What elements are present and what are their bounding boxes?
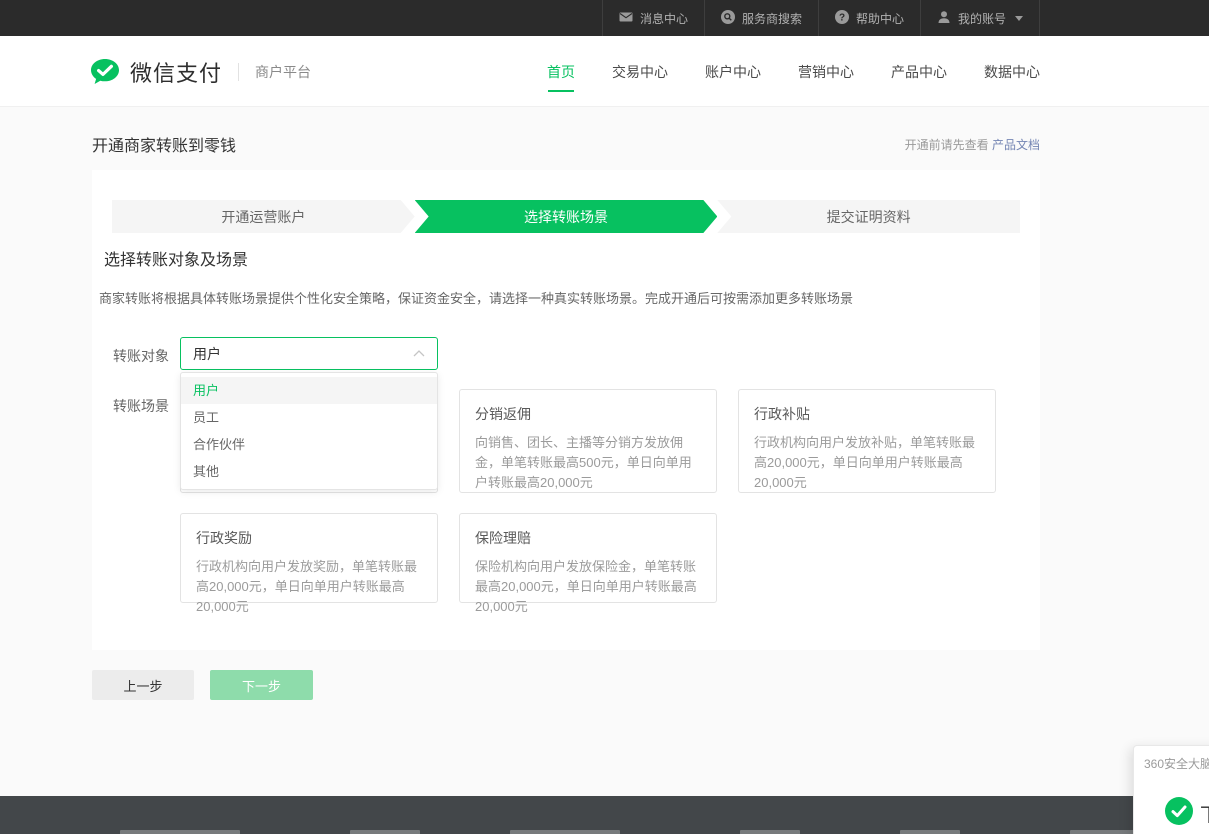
scene-card-admin-subsidy[interactable]: 行政补贴 行政机构向用户发放补贴，单笔转账最高20,000元，单日向单用户转账最… bbox=[738, 389, 996, 493]
scene-card-title: 保险理赔 bbox=[475, 528, 701, 548]
scene-card-description: 行政机构向用户发放补贴，单笔转账最高20,000元，单日向单用户转账最高20,0… bbox=[754, 433, 980, 493]
transfer-target-label: 转账对象 bbox=[113, 346, 169, 366]
nav-item-label: 首页 bbox=[547, 62, 575, 82]
security-popup: 360安全大脑 下 bbox=[1133, 745, 1209, 834]
dropdown-option-employee[interactable]: 员工 bbox=[181, 404, 437, 431]
nav-item-label: 营销中心 bbox=[798, 62, 854, 82]
transfer-target-select[interactable]: 用户 bbox=[180, 337, 438, 370]
step-label: 提交证明资料 bbox=[827, 207, 911, 227]
step-open-account: 开通运营账户 bbox=[112, 200, 415, 233]
nav-item-marketing-center[interactable]: 营销中心 bbox=[798, 36, 854, 107]
nav-item-data-center[interactable]: 数据中心 bbox=[984, 36, 1040, 107]
step-submit-proof: 提交证明资料 bbox=[717, 200, 1020, 233]
mail-icon bbox=[619, 11, 633, 25]
topbar-item-account[interactable]: 我的账号 bbox=[920, 0, 1040, 36]
nav-item-label: 交易中心 bbox=[612, 62, 668, 82]
topbar-item-messages[interactable]: 消息中心 bbox=[602, 0, 704, 36]
brand-name: 微信支付 bbox=[130, 56, 222, 88]
topbar-item-label: 消息中心 bbox=[640, 10, 688, 27]
scene-card-distribution-commission[interactable]: 分销返佣 向销售、团长、主播等分销方发放佣金，单笔转账最高500元，单日向单用户… bbox=[459, 389, 717, 493]
brand-divider bbox=[238, 63, 239, 81]
scene-card-insurance-claim[interactable]: 保险理赔 保险机构向用户发放保险金，单笔转账最高20,000元，单日向单用户转账… bbox=[459, 513, 717, 603]
prev-step-button[interactable]: 上一步 bbox=[92, 670, 194, 700]
topbar-item-label: 我的账号 bbox=[958, 10, 1006, 27]
step-label: 开通运营账户 bbox=[221, 207, 305, 227]
doc-hint-text: 开通前请先查看 bbox=[905, 138, 992, 152]
next-step-button[interactable]: 下一步 bbox=[210, 670, 313, 700]
footer-cutoff-text bbox=[120, 830, 1150, 834]
topbar-menu: 消息中心 服务商搜索 ? 帮助中心 我的账号 bbox=[602, 0, 1040, 36]
scene-card-description: 向销售、团长、主播等分销方发放佣金，单笔转账最高500元，单日向单用户转账最高2… bbox=[475, 433, 701, 493]
main-nav: 首页 交易中心 账户中心 营销中心 产品中心 数据中心 bbox=[547, 36, 1040, 107]
main-panel: 开通运营账户 选择转账场景 提交证明资料 选择转账对象及场景 商家转账将根据具体… bbox=[92, 170, 1040, 650]
step-choose-scene: 选择转账场景 bbox=[415, 200, 718, 233]
topbar: 消息中心 服务商搜索 ? 帮助中心 我的账号 bbox=[0, 0, 1209, 36]
user-icon bbox=[937, 10, 951, 27]
search-icon bbox=[721, 10, 735, 27]
footer-bar bbox=[0, 796, 1209, 834]
caret-down-icon bbox=[1015, 16, 1023, 21]
transfer-target-dropdown: 用户 员工 合作伙伴 其他 bbox=[180, 372, 438, 490]
topbar-item-label: 帮助中心 bbox=[856, 10, 904, 27]
nav-item-transactions[interactable]: 交易中心 bbox=[612, 36, 668, 107]
nav-item-account-center[interactable]: 账户中心 bbox=[705, 36, 761, 107]
dropdown-option-other[interactable]: 其他 bbox=[181, 458, 437, 485]
doc-hint: 开通前请先查看 产品文档 bbox=[905, 136, 1040, 153]
section-description: 商家转账将根据具体转账场景提供个性化安全策略，保证资金安全，请选择一种真实转账场… bbox=[99, 288, 853, 307]
dropdown-option-partner[interactable]: 合作伙伴 bbox=[181, 431, 437, 458]
page-title: 开通商家转账到零钱 bbox=[92, 132, 236, 156]
topbar-item-label: 服务商搜索 bbox=[742, 10, 802, 27]
dropdown-option-user[interactable]: 用户 bbox=[181, 377, 437, 404]
transfer-scene-label: 转账场景 bbox=[113, 396, 169, 416]
help-icon: ? bbox=[835, 10, 849, 27]
scene-card-title: 行政奖励 bbox=[196, 528, 422, 548]
nav-item-label: 数据中心 bbox=[984, 62, 1040, 82]
wechat-pay-logo-icon bbox=[90, 58, 120, 86]
step-label: 选择转账场景 bbox=[524, 207, 608, 227]
security-popup-row[interactable]: 下 bbox=[1144, 797, 1209, 830]
svg-text:?: ? bbox=[839, 12, 845, 23]
security-popup-action: 下 bbox=[1200, 800, 1209, 827]
nav-item-home[interactable]: 首页 bbox=[547, 36, 575, 107]
scene-card-description: 行政机构向用户发放奖励，单笔转账最高20,000元，单日向单用户转账最高20,0… bbox=[196, 557, 422, 617]
scene-card-description: 保险机构向用户发放保险金，单笔转账最高20,000元，单日向单用户转账最高20,… bbox=[475, 557, 701, 617]
brand-subtitle: 商户平台 bbox=[255, 62, 311, 82]
nav-item-product-center[interactable]: 产品中心 bbox=[891, 36, 947, 107]
scene-card-title: 行政补贴 bbox=[754, 404, 980, 424]
topbar-item-service-search[interactable]: 服务商搜索 bbox=[704, 0, 818, 36]
scene-card-title: 分销返佣 bbox=[475, 404, 701, 424]
brand[interactable]: 微信支付 商户平台 bbox=[90, 36, 311, 107]
check-circle-icon bbox=[1165, 797, 1193, 830]
chevron-up-icon bbox=[413, 350, 425, 357]
section-heading: 选择转账对象及场景 bbox=[104, 246, 248, 270]
screen: 消息中心 服务商搜索 ? 帮助中心 我的账号 bbox=[0, 0, 1209, 834]
title-row: 开通商家转账到零钱 开通前请先查看 产品文档 bbox=[92, 132, 1040, 154]
nav-item-label: 产品中心 bbox=[891, 62, 947, 82]
topbar-item-help[interactable]: ? 帮助中心 bbox=[818, 0, 920, 36]
step-indicator: 开通运营账户 选择转账场景 提交证明资料 bbox=[112, 200, 1020, 233]
scene-card-admin-reward[interactable]: 行政奖励 行政机构向用户发放奖励，单笔转账最高20,000元，单日向单用户转账最… bbox=[180, 513, 438, 603]
nav-item-label: 账户中心 bbox=[705, 62, 761, 82]
security-popup-title: 360安全大脑 bbox=[1144, 755, 1209, 772]
product-doc-link[interactable]: 产品文档 bbox=[992, 138, 1040, 152]
header: 微信支付 商户平台 首页 交易中心 账户中心 营销中心 产品中心 数据中心 bbox=[0, 36, 1209, 107]
select-value: 用户 bbox=[193, 344, 221, 364]
